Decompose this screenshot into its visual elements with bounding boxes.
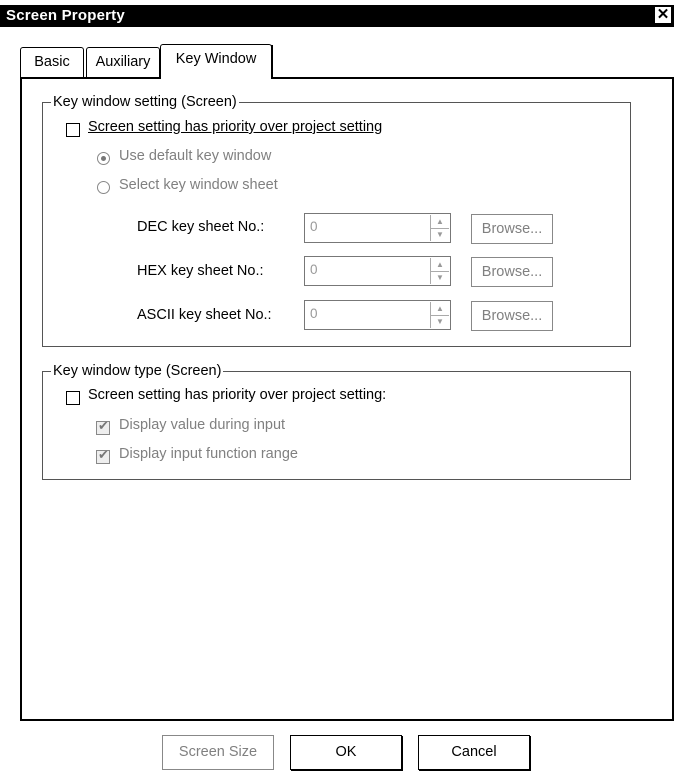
tab-key-window[interactable]: Key Window: [160, 44, 273, 79]
title-bar: Screen Property ✕: [0, 5, 674, 27]
display-value-checkbox[interactable]: ✔: [96, 418, 110, 435]
spinner-buttons: ▲ ▼: [430, 215, 449, 241]
priority-checkbox-setting[interactable]: [66, 123, 80, 137]
dec-key-sheet-spinner[interactable]: 0 ▲ ▼: [304, 213, 451, 243]
display-value-label: Display value during input: [119, 417, 286, 433]
dec-key-sheet-value: 0: [310, 219, 318, 234]
hex-key-sheet-spinner[interactable]: 0 ▲ ▼: [304, 256, 451, 286]
hex-key-sheet-value: 0: [310, 262, 318, 277]
priority-checkbox-type[interactable]: [66, 391, 80, 405]
radio-select-label: Select key window sheet: [119, 177, 278, 193]
checkmark-icon: ✔: [98, 447, 109, 462]
tab-key-window-label: Key Window: [175, 51, 257, 67]
tab-basic[interactable]: Basic: [20, 47, 84, 78]
ascii-browse-button[interactable]: Browse...: [471, 301, 553, 331]
dec-browse-button[interactable]: Browse...: [471, 214, 553, 244]
ascii-browse-label: Browse...: [481, 308, 543, 324]
screen-property-dialog: Screen Property ✕ Basic Auxiliary Key Wi…: [0, 0, 674, 780]
hex-key-sheet-label: HEX key sheet No.:: [137, 263, 264, 279]
checkmark-icon: ✔: [98, 418, 109, 433]
key-window-type-title: Key window type (Screen): [51, 363, 224, 379]
tab-auxiliary[interactable]: Auxiliary: [86, 47, 160, 78]
spin-up-icon[interactable]: ▲: [431, 302, 449, 316]
tab-panel: Key window setting (Screen) Screen setti…: [20, 77, 674, 721]
ok-label: OK: [335, 744, 357, 760]
ascii-key-sheet-label: ASCII key sheet No.:: [137, 307, 272, 323]
display-range-checkbox[interactable]: ✔: [96, 447, 110, 464]
ok-button[interactable]: OK: [290, 735, 402, 770]
spin-down-icon[interactable]: ▼: [431, 228, 449, 241]
key-window-setting-group: Key window setting (Screen) Screen setti…: [42, 94, 631, 347]
hex-browse-label: Browse...: [481, 264, 543, 280]
key-window-type-group: Key window type (Screen) Screen setting …: [42, 363, 631, 480]
key-window-setting-title: Key window setting (Screen): [51, 94, 239, 110]
spin-up-icon[interactable]: ▲: [431, 215, 449, 229]
spinner-buttons: ▲ ▼: [430, 258, 449, 284]
radio-default-key-window[interactable]: [97, 152, 110, 165]
ascii-key-sheet-spinner[interactable]: 0 ▲ ▼: [304, 300, 451, 330]
display-range-label: Display input function range: [119, 446, 298, 462]
radio-default-label: Use default key window: [119, 148, 272, 164]
close-icon[interactable]: ✕: [655, 7, 671, 23]
radio-select-key-window[interactable]: [97, 181, 110, 194]
dec-key-sheet-label: DEC key sheet No.:: [137, 219, 265, 235]
priority-label-type: Screen setting has priority over project…: [88, 387, 387, 403]
priority-label-setting: Screen setting has priority over project…: [88, 119, 383, 135]
screen-size-button[interactable]: Screen Size: [162, 735, 274, 770]
spin-down-icon[interactable]: ▼: [431, 315, 449, 328]
screen-size-label: Screen Size: [178, 744, 258, 760]
ascii-key-sheet-value: 0: [310, 306, 318, 321]
cancel-button[interactable]: Cancel: [418, 735, 530, 770]
dec-browse-label: Browse...: [481, 221, 543, 237]
spinner-buttons: ▲ ▼: [430, 302, 449, 328]
cancel-label: Cancel: [451, 744, 497, 760]
tab-auxiliary-label: Auxiliary: [95, 54, 151, 70]
spin-down-icon[interactable]: ▼: [431, 271, 449, 284]
tab-basic-label: Basic: [34, 54, 70, 70]
radio-dot: [101, 156, 106, 161]
hex-browse-button[interactable]: Browse...: [471, 257, 553, 287]
dialog-title: Screen Property: [6, 7, 125, 24]
tab-shadow: [271, 45, 273, 79]
spin-up-icon[interactable]: ▲: [431, 258, 449, 272]
